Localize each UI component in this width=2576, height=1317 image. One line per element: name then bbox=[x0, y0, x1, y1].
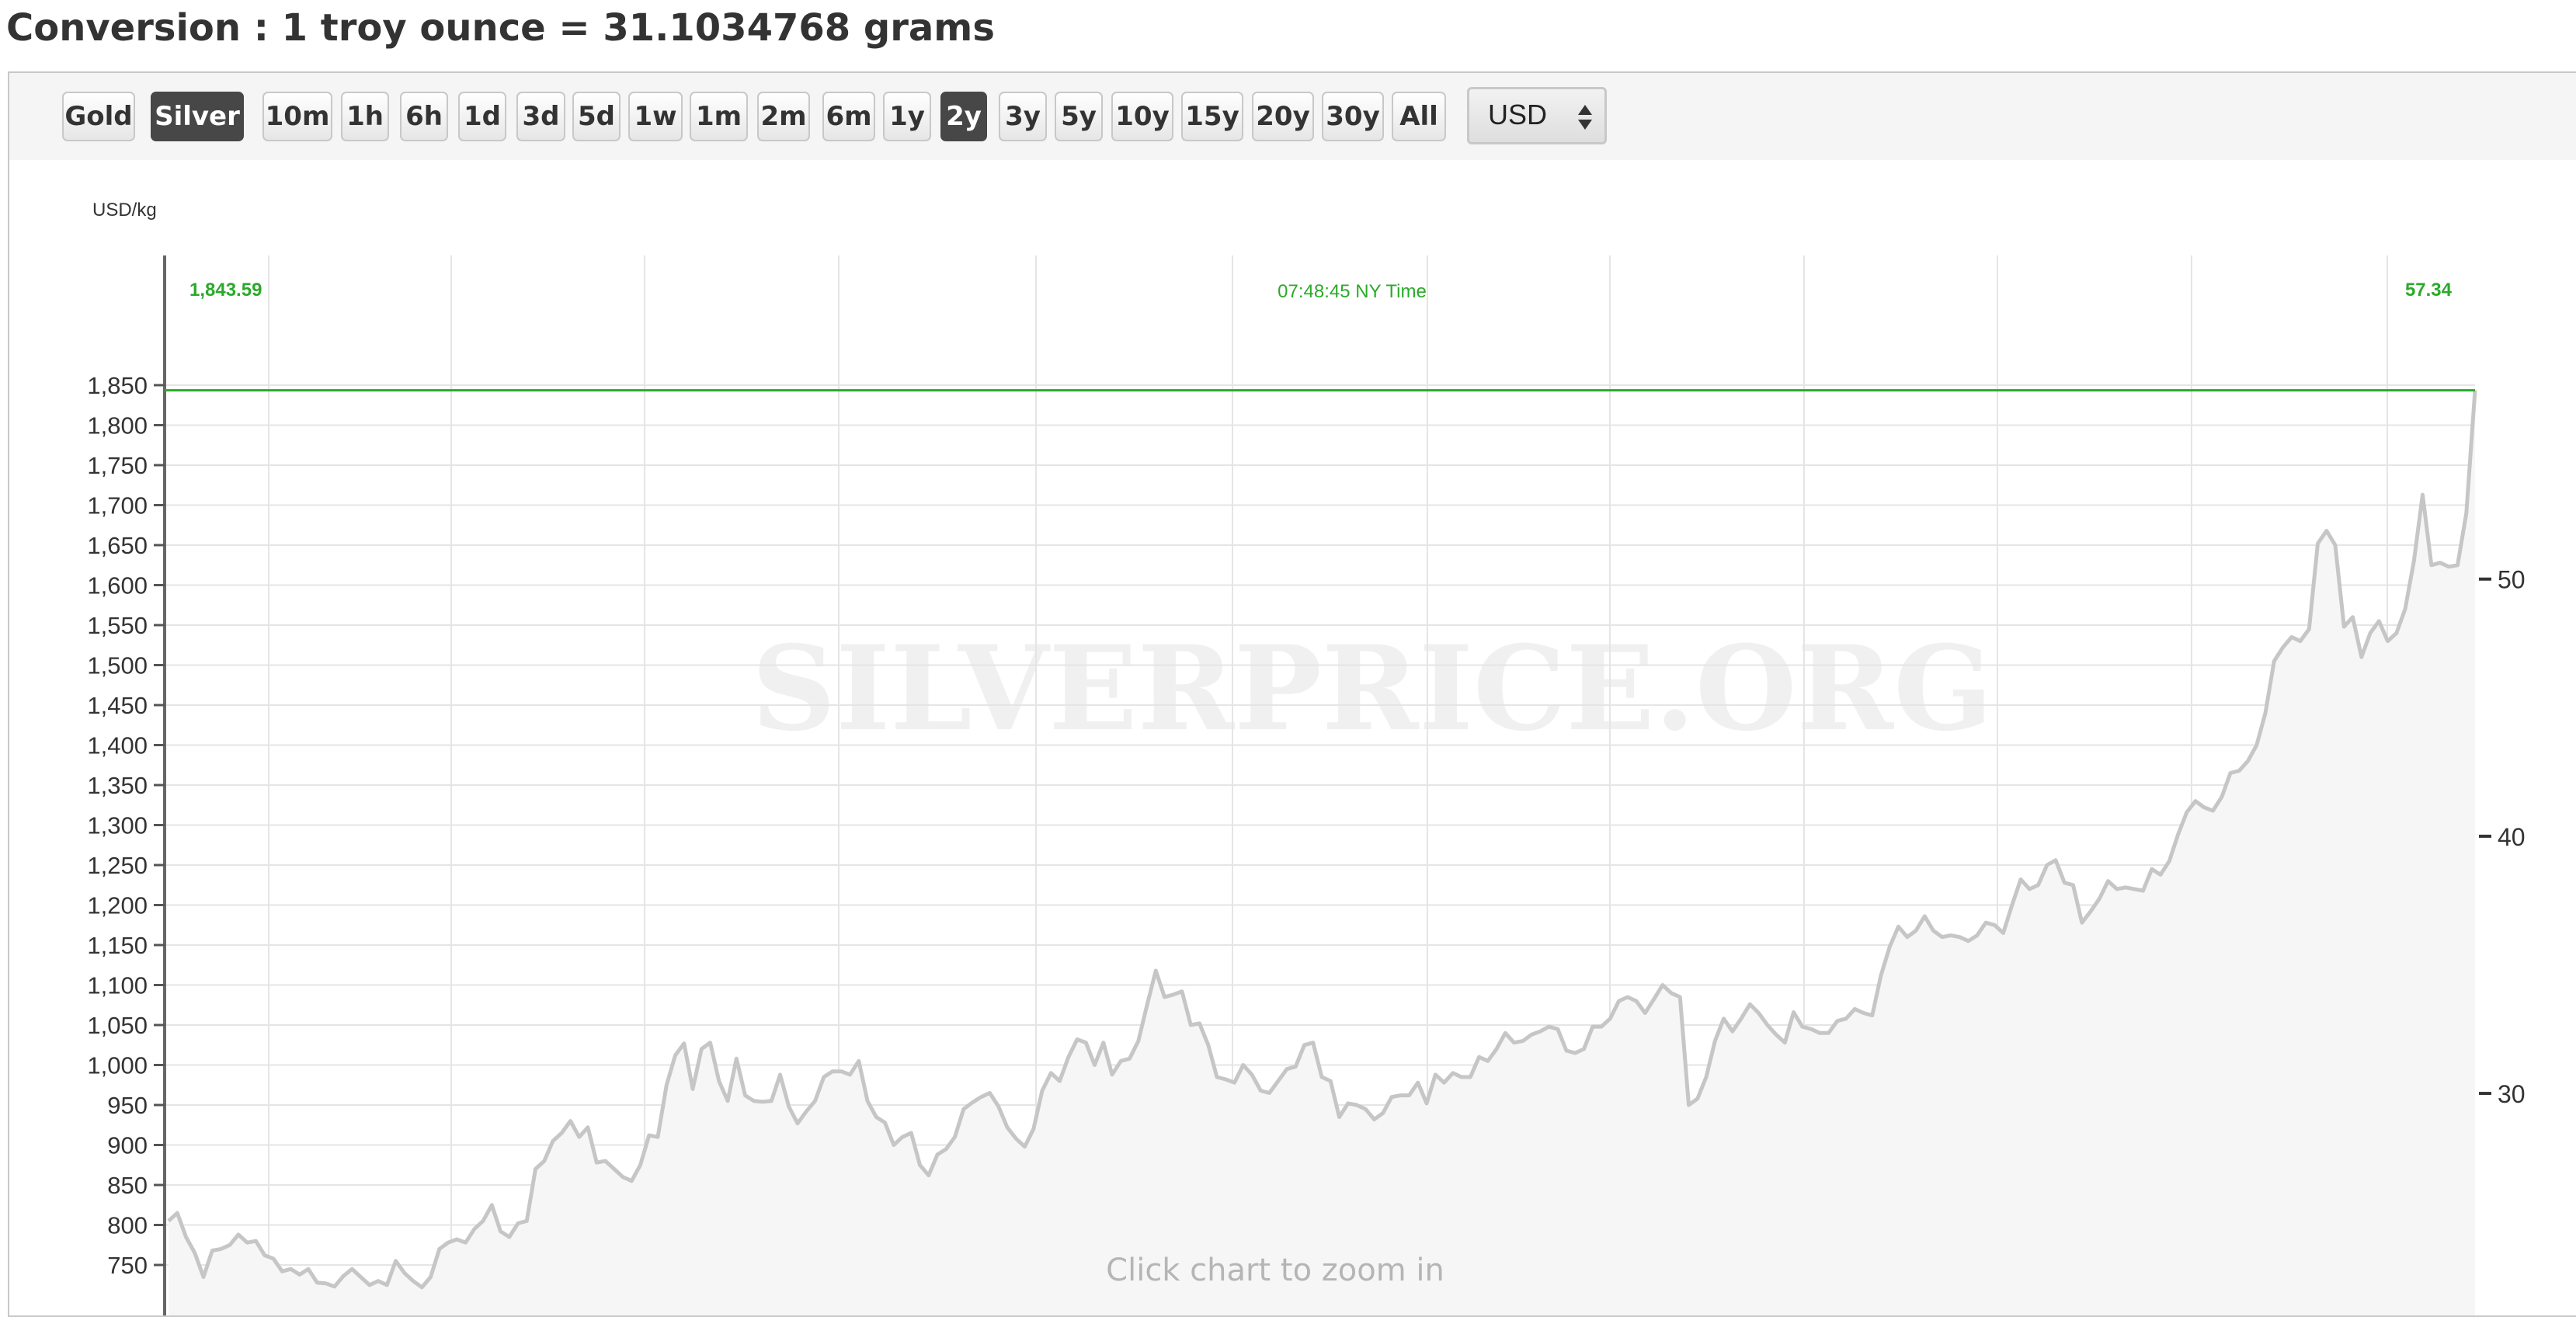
left-axis-tick-label: 800 bbox=[107, 1212, 148, 1239]
left-axis-tick-label: 1,200 bbox=[87, 892, 148, 919]
left-axis-tick-label: 850 bbox=[107, 1172, 148, 1199]
right-axis-tick-label: 30 bbox=[2498, 1080, 2526, 1108]
left-axis-tick-label: 1,250 bbox=[87, 852, 148, 879]
left-axis-tick-label: 1,700 bbox=[87, 492, 148, 520]
left-axis-tick-label: 1,400 bbox=[87, 732, 148, 759]
page-title: Conversion : 1 troy ounce = 31.1034768 g… bbox=[6, 6, 995, 50]
left-axis-tick-label: 1,500 bbox=[87, 652, 148, 679]
price-area bbox=[169, 390, 2475, 1315]
left-axis-tick-label: 1,850 bbox=[87, 372, 148, 399]
current-price-usd-kg: 1,843.59 bbox=[189, 280, 262, 301]
left-axis-tick-label: 1,300 bbox=[87, 812, 148, 839]
left-axis-tick-label: 900 bbox=[107, 1132, 148, 1159]
left-axis-tick-label: 1,350 bbox=[87, 772, 148, 799]
left-axis: 750 800 850 900 950 1,000 1,050 1,100 1,150 1,200… bbox=[87, 372, 165, 1279]
left-axis-tick-label: 1,800 bbox=[87, 412, 148, 440]
left-axis-tick-label: 750 bbox=[107, 1252, 148, 1279]
left-axis-tick-label: 1,650 bbox=[87, 532, 148, 559]
current-price-usd-oz: 57.34 bbox=[2405, 280, 2453, 301]
right-axis-tick-label: 50 bbox=[2498, 566, 2526, 594]
left-axis-tick-label: 1,000 bbox=[87, 1052, 148, 1079]
left-axis-unit: USD/kg bbox=[92, 200, 157, 221]
left-axis-tick-label: 1,450 bbox=[87, 692, 148, 719]
left-axis-tick-label: 1,100 bbox=[87, 972, 148, 999]
right-axis: 30 40 50 bbox=[2479, 566, 2526, 1108]
left-axis-tick-label: 1,750 bbox=[87, 452, 148, 479]
zoom-hint: Click chart to zoom in bbox=[1106, 1253, 1444, 1288]
left-axis-tick-label: 1,600 bbox=[87, 572, 148, 599]
left-axis-tick-label: 950 bbox=[107, 1092, 148, 1119]
left-axis-tick-label: 1,050 bbox=[87, 1012, 148, 1039]
watermark: SILVERPRICE.ORG bbox=[752, 620, 1994, 757]
right-axis-tick-label: 40 bbox=[2498, 823, 2526, 851]
left-axis-tick-label: 1,550 bbox=[87, 612, 148, 639]
price-chart-widget: Gold Silver 10m 1h 6h 1d 3d 5d 1w 1m 2m 6m 1y 2y 3y 5y… bbox=[8, 71, 2576, 1317]
left-axis-tick-label: 1,150 bbox=[87, 932, 148, 959]
current-time: 07:48:45 NY Time bbox=[1278, 281, 1427, 302]
price-chart[interactable]: SILVERPRICE.ORG 750 800 850 900 950 1,000 1,05… bbox=[9, 73, 2576, 1315]
